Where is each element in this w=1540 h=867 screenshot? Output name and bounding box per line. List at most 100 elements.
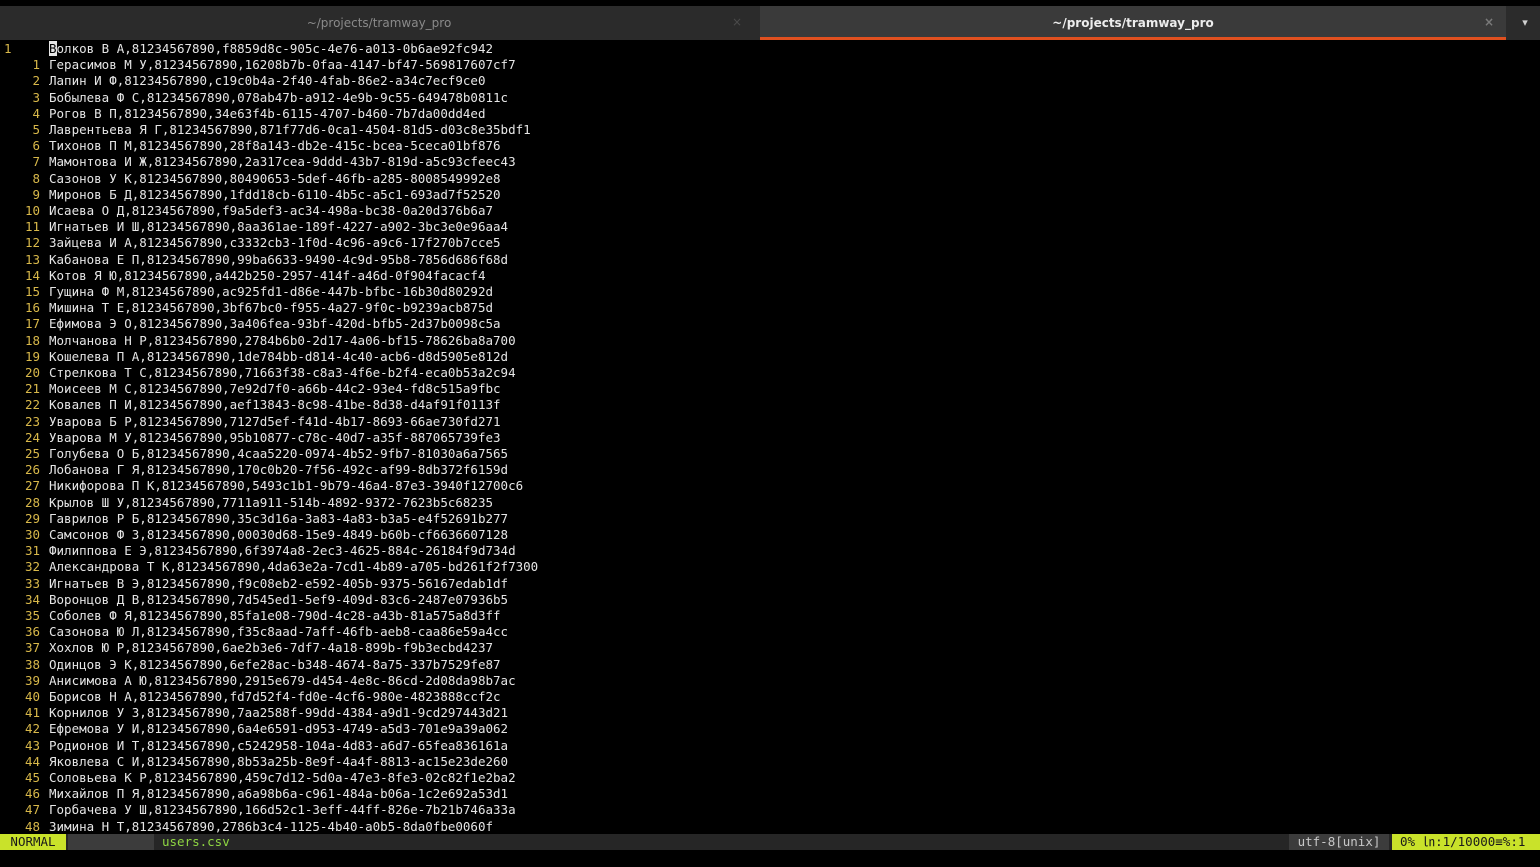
line-text[interactable]: Игнатьев В Э,81234567890,f9c08eb2-e592-4… bbox=[49, 576, 508, 592]
line-text[interactable]: Лаврентьева Я Г,81234567890,871f77d6-0ca… bbox=[49, 122, 531, 138]
line-text[interactable]: Лобанова Г Я,81234567890,170c0b20-7f56-4… bbox=[49, 462, 508, 478]
line-text[interactable]: Соловьева К Р,81234567890,459c7d12-5d0a-… bbox=[49, 770, 516, 786]
line-text[interactable]: Исаева О Д,81234567890,f9a5def3-ac34-498… bbox=[49, 203, 493, 219]
buffer-line[interactable]: 27 Никифорова П К,81234567890,5493c1b1-9b… bbox=[0, 478, 1540, 494]
tab-inactive[interactable]: ~/projects/tramway_pro × bbox=[0, 6, 758, 40]
line-text[interactable]: Мамонтова И Ж,81234567890,2a317cea-9ddd-… bbox=[49, 154, 516, 170]
line-text[interactable]: Гаврилов Р Б,81234567890,35c3d16a-3a83-4… bbox=[49, 511, 508, 527]
buffer-line[interactable]: 19 Кошелева П А,81234567890,1de784bb-d814… bbox=[0, 349, 1540, 365]
buffer-line[interactable]: 15 Гущина Ф М,81234567890,ac925fd1-d86e-4… bbox=[0, 284, 1540, 300]
line-text[interactable]: Зимина Н Т,81234567890,2786b3c4-1125-4b4… bbox=[49, 819, 493, 835]
line-text[interactable]: Тихонов П М,81234567890,28f8a143-db2e-41… bbox=[49, 138, 501, 154]
buffer-line[interactable]: 32 Александрова Т К,81234567890,4da63e2a-… bbox=[0, 559, 1540, 575]
buffer-line[interactable]: 8 Сазонов У К,81234567890,80490653-5def-4… bbox=[0, 171, 1540, 187]
tab-menu-dropdown-icon[interactable]: ▾ bbox=[1514, 12, 1536, 34]
buffer-line[interactable]: 24 Уварова М У,81234567890,95b10877-c78c-… bbox=[0, 430, 1540, 446]
buffer-line[interactable]: 46 Михайлов П Я,81234567890,a6a98b6a-c961… bbox=[0, 786, 1540, 802]
line-text[interactable]: Борисов Н А,81234567890,fd7d52f4-fd0e-4c… bbox=[49, 689, 501, 705]
buffer-line[interactable]: 18 Молчанова Н Р,81234567890,2784b6b0-2d1… bbox=[0, 333, 1540, 349]
buffer-line[interactable]: 31 Филиппова Е Э,81234567890,6f3974a8-2ec… bbox=[0, 543, 1540, 559]
line-text[interactable]: Ковалев П И,81234567890,aef13843-8c98-41… bbox=[49, 397, 501, 413]
buffer-line[interactable]: 20 Стрелкова Т С,81234567890,71663f38-c8a… bbox=[0, 365, 1540, 381]
line-text[interactable]: Стрелкова Т С,81234567890,71663f38-c8a3-… bbox=[49, 365, 516, 381]
tab-active[interactable]: ~/projects/tramway_pro × bbox=[760, 6, 1506, 40]
buffer-line[interactable]: 35 Соболев Ф Я,81234567890,85fa1e08-790d-… bbox=[0, 608, 1540, 624]
line-text[interactable]: Никифорова П К,81234567890,5493c1b1-9b79… bbox=[49, 478, 523, 494]
buffer-line[interactable]: 45 Соловьева К Р,81234567890,459c7d12-5d0… bbox=[0, 770, 1540, 786]
line-text[interactable]: Анисимова А Ю,81234567890,2915e679-d454-… bbox=[49, 673, 516, 689]
line-text[interactable]: Моисеев М С,81234567890,7e92d7f0-a66b-44… bbox=[49, 381, 501, 397]
buffer-line[interactable]: 1 Герасимов М У,81234567890,16208b7b-0faa… bbox=[0, 57, 1540, 73]
buffer-line[interactable]: 4 Рогов В П,81234567890,34e63f4b-6115-470… bbox=[0, 106, 1540, 122]
buffer-line[interactable]: 16 Мишина Т Е,81234567890,3bf67bc0-f955-4… bbox=[0, 300, 1540, 316]
buffer-line[interactable]: 26 Лобанова Г Я,81234567890,170c0b20-7f56… bbox=[0, 462, 1540, 478]
line-text[interactable]: Рогов В П,81234567890,34e63f4b-6115-4707… bbox=[49, 106, 486, 122]
line-text[interactable]: Горбачева У Ш,81234567890,166d52c1-3eff-… bbox=[49, 802, 516, 818]
line-text[interactable]: Молчанова Н Р,81234567890,2784b6b0-2d17-… bbox=[49, 333, 516, 349]
line-text[interactable]: Родионов И Т,81234567890,c5242958-104a-4… bbox=[49, 738, 508, 754]
line-text[interactable]: Одинцов Э К,81234567890,6efe28ac-b348-46… bbox=[49, 657, 501, 673]
line-text[interactable]: Голубева О Б,81234567890,4caa5220-0974-4… bbox=[49, 446, 508, 462]
line-text[interactable]: Сазонов У К,81234567890,80490653-5def-46… bbox=[49, 171, 501, 187]
line-text[interactable]: Уварова М У,81234567890,95b10877-c78c-40… bbox=[49, 430, 501, 446]
line-text[interactable]: Мишина Т Е,81234567890,3bf67bc0-f955-4a2… bbox=[49, 300, 493, 316]
command-line[interactable] bbox=[0, 850, 1540, 867]
line-text[interactable]: Ефремова У И,81234567890,6a4e6591-d953-4… bbox=[49, 721, 508, 737]
buffer-line[interactable]: 33 Игнатьев В Э,81234567890,f9c08eb2-e592… bbox=[0, 576, 1540, 592]
line-text[interactable]: Яковлева С И,81234567890,8b53a25b-8e9f-4… bbox=[49, 754, 508, 770]
line-text[interactable]: Крылов Ш У,81234567890,7711a911-514b-489… bbox=[49, 495, 493, 511]
line-text[interactable]: Гущина Ф М,81234567890,ac925fd1-d86e-447… bbox=[49, 284, 493, 300]
line-text[interactable]: Хохлов Ю Р,81234567890,6ae2b3e6-7df7-4a1… bbox=[49, 640, 493, 656]
line-text[interactable]: Воронцов Д В,81234567890,7d545ed1-5ef9-4… bbox=[49, 592, 508, 608]
line-text[interactable]: Волков В А,81234567890,f8859d8c-905c-4e7… bbox=[49, 41, 493, 57]
buffer-line[interactable]: 6 Тихонов П М,81234567890,28f8a143-db2e-4… bbox=[0, 138, 1540, 154]
buffer-line[interactable]: 1 Волков В А,81234567890,f8859d8c-905c-4e… bbox=[0, 41, 1540, 57]
buffer-line[interactable]: 29 Гаврилов Р Б,81234567890,35c3d16a-3a83… bbox=[0, 511, 1540, 527]
buffer-line[interactable]: 48 Зимина Н Т,81234567890,2786b3c4-1125-4… bbox=[0, 819, 1540, 835]
line-text[interactable]: Сазонова Ю Л,81234567890,f35c8aad-7aff-4… bbox=[49, 624, 508, 640]
line-text[interactable]: Бобылева Ф С,81234567890,078ab47b-a912-4… bbox=[49, 90, 508, 106]
buffer-line[interactable]: 2 Лапин И Ф,81234567890,c19c0b4a-2f40-4fa… bbox=[0, 73, 1540, 89]
line-text[interactable]: Игнатьев И Ш,81234567890,8aa361ae-189f-4… bbox=[49, 219, 508, 235]
buffer-line[interactable]: 37 Хохлов Ю Р,81234567890,6ae2b3e6-7df7-4… bbox=[0, 640, 1540, 656]
line-text[interactable]: Соболев Ф Я,81234567890,85fa1e08-790d-4c… bbox=[49, 608, 501, 624]
buffer-line[interactable]: 12 Зайцева И А,81234567890,c3332cb3-1f0d-… bbox=[0, 235, 1540, 251]
line-text[interactable]: Кошелева П А,81234567890,1de784bb-d814-4… bbox=[49, 349, 508, 365]
buffer-line[interactable]: 13 Кабанова Е П,81234567890,99ba6633-9490… bbox=[0, 252, 1540, 268]
buffer-line[interactable]: 25 Голубева О Б,81234567890,4caa5220-0974… bbox=[0, 446, 1540, 462]
buffer-line[interactable]: 23 Уварова Б Р,81234567890,7127d5ef-f41d-… bbox=[0, 414, 1540, 430]
line-text[interactable]: Михайлов П Я,81234567890,a6a98b6a-c961-4… bbox=[49, 786, 508, 802]
buffer-line[interactable]: 11 Игнатьев И Ш,81234567890,8aa361ae-189f… bbox=[0, 219, 1540, 235]
buffer-line[interactable]: 44 Яковлева С И,81234567890,8b53a25b-8e9f… bbox=[0, 754, 1540, 770]
editor-buffer[interactable]: 1 Волков В А,81234567890,f8859d8c-905c-4e… bbox=[0, 41, 1540, 834]
tab-close-icon[interactable]: × bbox=[732, 15, 742, 29]
buffer-line[interactable]: 36 Сазонова Ю Л,81234567890,f35c8aad-7aff… bbox=[0, 624, 1540, 640]
line-text[interactable]: Александрова Т К,81234567890,4da63e2a-7c… bbox=[49, 559, 538, 575]
buffer-line[interactable]: 21 Моисеев М С,81234567890,7e92d7f0-a66b-… bbox=[0, 381, 1540, 397]
line-text[interactable]: Герасимов М У,81234567890,16208b7b-0faa-… bbox=[49, 57, 516, 73]
buffer-line[interactable]: 22 Ковалев П И,81234567890,aef13843-8c98-… bbox=[0, 397, 1540, 413]
line-text[interactable]: Котов Я Ю,81234567890,a442b250-2957-414f… bbox=[49, 268, 486, 284]
buffer-line[interactable]: 9 Миронов Б Д,81234567890,1fdd18cb-6110-4… bbox=[0, 187, 1540, 203]
buffer-line[interactable]: 38 Одинцов Э К,81234567890,6efe28ac-b348-… bbox=[0, 657, 1540, 673]
buffer-line[interactable]: 41 Корнилов У З,81234567890,7aa2588f-99dd… bbox=[0, 705, 1540, 721]
line-text[interactable]: Лапин И Ф,81234567890,c19c0b4a-2f40-4fab… bbox=[49, 73, 486, 89]
line-text[interactable]: Миронов Б Д,81234567890,1fdd18cb-6110-4b… bbox=[49, 187, 501, 203]
line-text[interactable]: Корнилов У З,81234567890,7aa2588f-99dd-4… bbox=[49, 705, 508, 721]
buffer-line[interactable]: 30 Самсонов Ф З,81234567890,00030d68-15e9… bbox=[0, 527, 1540, 543]
buffer-line[interactable]: 14 Котов Я Ю,81234567890,a442b250-2957-41… bbox=[0, 268, 1540, 284]
buffer-line[interactable]: 10 Исаева О Д,81234567890,f9a5def3-ac34-4… bbox=[0, 203, 1540, 219]
line-text[interactable]: Зайцева И А,81234567890,c3332cb3-1f0d-4c… bbox=[49, 235, 501, 251]
line-text[interactable]: Самсонов Ф З,81234567890,00030d68-15e9-4… bbox=[49, 527, 508, 543]
buffer-line[interactable]: 39 Анисимова А Ю,81234567890,2915e679-d45… bbox=[0, 673, 1540, 689]
line-text[interactable]: Уварова Б Р,81234567890,7127d5ef-f41d-4b… bbox=[49, 414, 501, 430]
buffer-line[interactable]: 28 Крылов Ш У,81234567890,7711a911-514b-4… bbox=[0, 495, 1540, 511]
buffer-line[interactable]: 34 Воронцов Д В,81234567890,7d545ed1-5ef9… bbox=[0, 592, 1540, 608]
buffer-line[interactable]: 7 Мамонтова И Ж,81234567890,2a317cea-9ddd… bbox=[0, 154, 1540, 170]
buffer-line[interactable]: 42 Ефремова У И,81234567890,6a4e6591-d953… bbox=[0, 721, 1540, 737]
buffer-line[interactable]: 43 Родионов И Т,81234567890,c5242958-104a… bbox=[0, 738, 1540, 754]
buffer-line[interactable]: 3 Бобылева Ф С,81234567890,078ab47b-a912-… bbox=[0, 90, 1540, 106]
buffer-line[interactable]: 5 Лаврентьева Я Г,81234567890,871f77d6-0c… bbox=[0, 122, 1540, 138]
line-text[interactable]: Филиппова Е Э,81234567890,6f3974a8-2ec3-… bbox=[49, 543, 516, 559]
buffer-line[interactable]: 17 Ефимова Э О,81234567890,3a406fea-93bf-… bbox=[0, 316, 1540, 332]
